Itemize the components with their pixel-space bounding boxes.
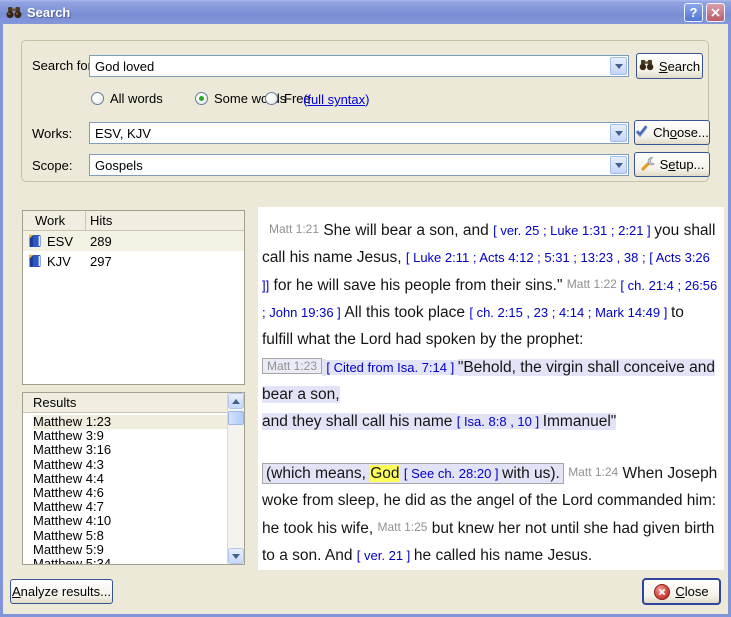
search-criteria-group: Search for: God loved Search: [21, 40, 709, 182]
cross-reference-link[interactable]: [ Isa. 8:8 , 10 ]: [457, 414, 543, 429]
verse-label: Matt 1:23: [262, 358, 322, 374]
search-input[interactable]: God loved: [89, 55, 629, 77]
chevron-down-icon[interactable]: [610, 57, 627, 75]
verse-label: Matt 1:21: [269, 222, 319, 236]
scroll-up-icon[interactable]: [228, 393, 244, 409]
result-item[interactable]: Matthew 3:9: [33, 429, 227, 443]
bible-text-panel: Matt 1:21 She will bear a son, and [ ver…: [258, 207, 724, 570]
scrollbar-thumb[interactable]: [228, 411, 244, 425]
hits-table: Work Hits ESV 289 KJV 297: [22, 210, 245, 385]
title-bar: Search ?: [0, 0, 731, 24]
result-item[interactable]: Matthew 5:34: [33, 557, 227, 564]
result-item[interactable]: Matthew 4:4: [33, 472, 227, 486]
work-name: KJV: [47, 254, 71, 269]
bible-paragraph: (which means, God [ See ch. 28:20 ] with…: [262, 459, 718, 569]
verse-text: She will bear a son, and: [319, 222, 493, 239]
book-icon: [28, 234, 42, 248]
result-item[interactable]: Matthew 4:7: [33, 500, 227, 514]
book-icon: [28, 254, 42, 268]
search-dialog: Search ? Search for: God loved: [0, 0, 731, 617]
verse-text: with us).: [502, 465, 560, 482]
verse-text: for he will save his people from their s…: [269, 277, 567, 294]
cross-reference-link[interactable]: [ Cited from Isa. 7:14 ]: [326, 360, 458, 375]
verse-label: Matt 1:25: [377, 520, 427, 534]
analyze-results-button[interactable]: Analyze results...: [10, 579, 113, 604]
choose-works-button[interactable]: Choose...: [634, 120, 710, 145]
hits-count: 289: [86, 234, 112, 249]
close-button-label: Close: [675, 584, 708, 599]
cross-reference-link[interactable]: [ Luke 2:11 ; Acts 4:12 ; 5:31 ; 13:23 ,…: [406, 250, 649, 265]
hits-table-header: Work Hits: [23, 211, 244, 231]
result-item[interactable]: Matthew 4:10: [33, 514, 227, 528]
setup-scope-button[interactable]: Setup...: [634, 152, 710, 177]
close-circle-icon: [654, 584, 670, 600]
search-button-label: Search: [659, 59, 700, 74]
work-name: ESV: [47, 234, 73, 249]
cross-reference-link[interactable]: [ ver. 21 ]: [357, 548, 414, 563]
scope-select-value: Gospels: [90, 158, 609, 173]
table-row[interactable]: KJV 297: [23, 251, 244, 271]
wrench-icon: [640, 156, 655, 174]
results-scrollbar[interactable]: [227, 393, 244, 564]
radio-all-words[interactable]: All words: [91, 91, 163, 106]
verse-text: and they shall call his name: [262, 413, 457, 430]
bible-paragraph: Matt 1:23 [ Cited from Isa. 7:14 ] "Beho…: [262, 353, 718, 435]
result-item[interactable]: Matthew 4:3: [33, 458, 227, 472]
hits-column-header[interactable]: Hits: [86, 213, 112, 228]
setup-button-label: Setup...: [660, 157, 705, 172]
scope-select[interactable]: Gospels: [89, 154, 629, 176]
spacer: [262, 435, 718, 459]
scroll-down-icon[interactable]: [228, 548, 244, 564]
verse-text: (which means,: [266, 465, 370, 482]
binoculars-icon: [6, 6, 22, 19]
full-syntax-link[interactable]: (full syntax): [303, 92, 370, 107]
result-item[interactable]: Matthew 5:9: [33, 543, 227, 557]
analyze-button-label: Analyze results...: [12, 584, 111, 599]
radio-icon[interactable]: [265, 92, 278, 105]
help-button[interactable]: ?: [684, 3, 703, 22]
radio-icon[interactable]: [195, 92, 208, 105]
search-button[interactable]: Search: [636, 53, 703, 79]
result-item[interactable]: Matthew 1:23: [33, 415, 227, 429]
chevron-down-icon[interactable]: [610, 124, 627, 142]
close-window-button[interactable]: [706, 3, 725, 22]
radio-all-words-label: All words: [110, 91, 163, 106]
window-title: Search: [27, 5, 70, 20]
cross-reference-link[interactable]: [ ver. 25 ; Luke 1:31 ; 2:21 ]: [493, 223, 654, 238]
works-select[interactable]: ESV, KJV: [89, 122, 629, 144]
binoculars-icon: [639, 59, 654, 74]
hits-count: 297: [86, 254, 112, 269]
search-input-value: God loved: [90, 59, 609, 74]
checkmark-icon: [635, 125, 648, 140]
result-item[interactable]: Matthew 4:6: [33, 486, 227, 500]
close-button[interactable]: Close: [642, 578, 721, 605]
results-header: Results: [23, 393, 227, 413]
result-item[interactable]: Matthew 5:8: [33, 529, 227, 543]
radio-icon[interactable]: [91, 92, 104, 105]
verse-label: Matt 1:22: [567, 277, 617, 291]
verse-text: he called his name Jesus.: [414, 547, 592, 564]
close-icon: [711, 8, 720, 17]
search-hit-word: God: [370, 465, 399, 482]
bible-paragraph: Matt 1:21 She will bear a son, and [ ver…: [262, 216, 718, 353]
verse-label: Matt 1:24: [568, 465, 618, 479]
works-select-value: ESV, KJV: [90, 126, 609, 141]
results-list: Matthew 1:23Matthew 3:9Matthew 3:16Matth…: [23, 413, 227, 564]
result-item[interactable]: Matthew 3:16: [33, 443, 227, 457]
works-label: Works:: [32, 126, 72, 141]
scope-label: Scope:: [32, 158, 72, 173]
hits-table-body: ESV 289 KJV 297: [23, 231, 244, 271]
verse-text: Immanuel": [543, 413, 617, 430]
work-column-header[interactable]: Work: [23, 211, 86, 231]
verse-text: All this took place: [344, 304, 469, 321]
cross-reference-link[interactable]: [ See ch. 28:20 ]: [404, 466, 502, 481]
choose-button-label: Choose...: [653, 125, 709, 140]
highlighted-phrase-box: (which means, God [ See ch. 28:20 ] with…: [262, 463, 564, 484]
dialog-body: Search for: God loved Search: [3, 24, 728, 614]
table-row[interactable]: ESV 289: [23, 231, 244, 251]
search-for-label: Search for:: [32, 58, 96, 73]
cross-reference-link[interactable]: [ ch. 2:15 , 23 ; 4:14 ; Mark 14:49 ]: [469, 305, 671, 320]
chevron-down-icon[interactable]: [610, 156, 627, 174]
results-panel: Results Matthew 1:23Matthew 3:9Matthew 3…: [22, 392, 245, 565]
